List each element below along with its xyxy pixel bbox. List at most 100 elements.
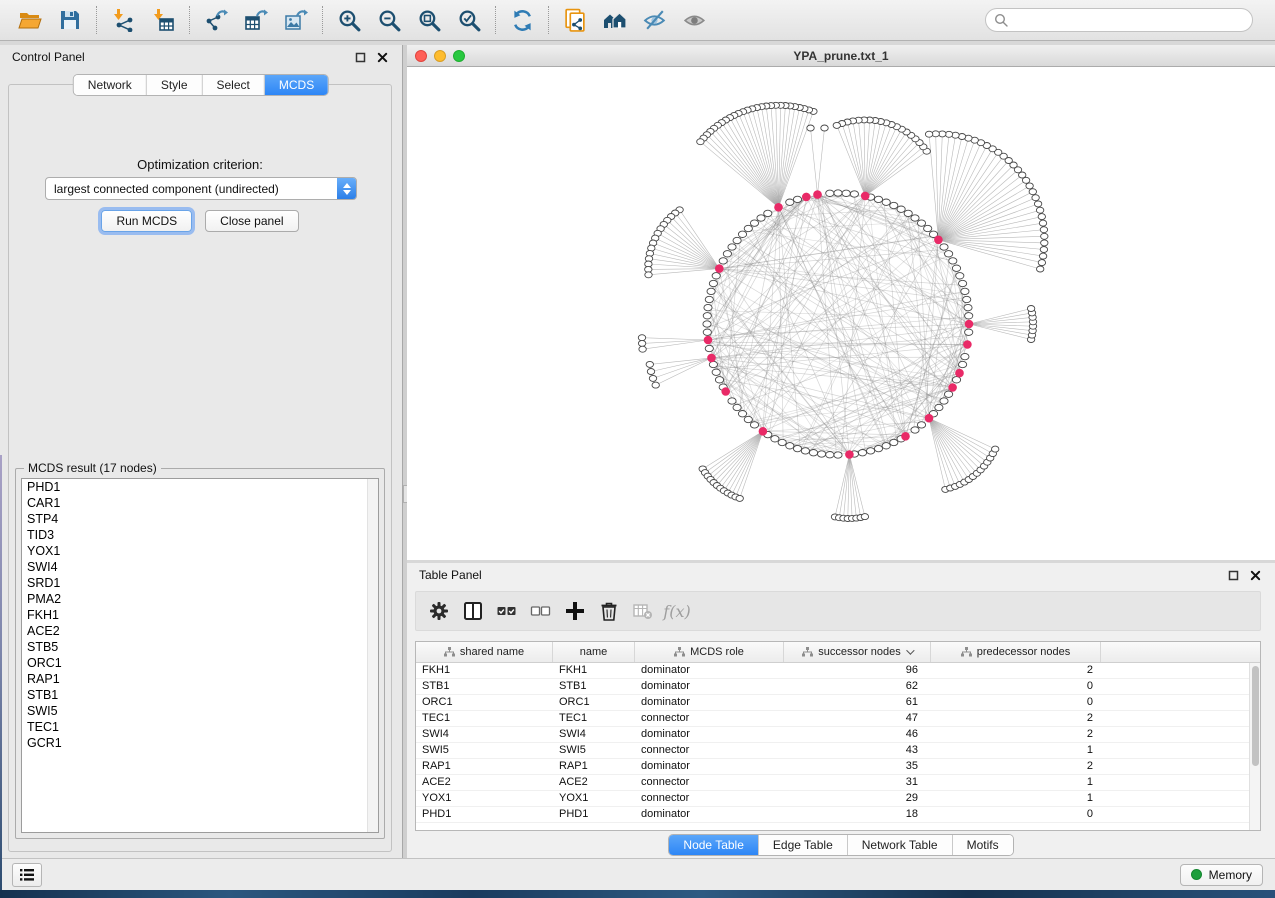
network-node[interactable] (736, 495, 743, 501)
network-node[interactable] (723, 251, 731, 257)
table-row[interactable]: YOX1YOX1connector291 (416, 791, 1260, 807)
table-row[interactable]: ACE2ACE2connector311 (416, 775, 1260, 791)
table-row[interactable]: FKH1FKH1dominator962 (416, 663, 1260, 679)
network-node[interactable] (703, 313, 711, 319)
network-node[interactable] (744, 416, 752, 422)
network-from-selection-button[interactable] (555, 4, 595, 36)
mcds-network-node[interactable] (965, 320, 974, 329)
column-header-successor-nodes[interactable]: successor nodes (784, 642, 931, 662)
network-node[interactable] (703, 329, 711, 335)
close-table-panel-button[interactable] (1247, 568, 1263, 582)
network-node[interactable] (826, 452, 834, 458)
network-node[interactable] (1037, 266, 1044, 272)
create-column-button[interactable] (558, 596, 592, 626)
mcds-result-item[interactable]: ORC1 (22, 655, 378, 671)
network-node[interactable] (964, 304, 972, 310)
hide-selected-button[interactable] (635, 4, 675, 36)
network-node[interactable] (707, 288, 715, 294)
mcds-result-item[interactable]: PHD1 (22, 479, 378, 495)
network-node[interactable] (959, 361, 967, 367)
table-settings-button[interactable] (422, 596, 456, 626)
mcds-network-node[interactable] (774, 203, 783, 212)
network-node[interactable] (940, 398, 948, 404)
table-row[interactable]: ORC1ORC1dominator610 (416, 695, 1260, 711)
mcds-network-node[interactable] (707, 354, 716, 363)
network-node[interactable] (649, 375, 656, 381)
tab-mcds[interactable]: MCDS (264, 75, 328, 95)
network-node[interactable] (719, 258, 727, 264)
mcds-result-item[interactable]: STP4 (22, 511, 378, 527)
mcds-result-item[interactable]: FKH1 (22, 607, 378, 623)
network-node[interactable] (861, 514, 868, 520)
network-node[interactable] (1041, 240, 1048, 246)
network-node[interactable] (705, 296, 713, 302)
network-node[interactable] (733, 237, 741, 243)
network-node[interactable] (1039, 253, 1046, 259)
tab-network[interactable]: Network (74, 75, 146, 95)
network-node[interactable] (1026, 183, 1033, 189)
mcds-result-item[interactable]: YOX1 (22, 543, 378, 559)
network-node[interactable] (911, 215, 919, 221)
zoom-fit-button[interactable] (409, 4, 449, 36)
network-node[interactable] (778, 439, 786, 445)
network-node[interactable] (821, 125, 828, 131)
network-node[interactable] (793, 445, 801, 451)
network-node[interactable] (733, 404, 741, 410)
table-row[interactable]: SWI4SWI4dominator462 (416, 727, 1260, 743)
network-node[interactable] (738, 231, 746, 237)
network-node[interactable] (712, 369, 720, 375)
run-mcds-button[interactable]: Run MCDS (101, 210, 192, 232)
network-node[interactable] (645, 272, 652, 278)
refresh-button[interactable] (502, 4, 542, 36)
network-node[interactable] (697, 139, 704, 145)
mcds-network-node[interactable] (963, 340, 972, 349)
show-columns-button[interactable] (456, 596, 490, 626)
search-input[interactable] (1013, 13, 1244, 27)
search-field[interactable] (985, 8, 1253, 32)
mcds-result-item[interactable]: RAP1 (22, 671, 378, 687)
network-node[interactable] (911, 427, 919, 433)
close-panel-button[interactable] (374, 50, 390, 64)
network-node[interactable] (1027, 306, 1034, 312)
network-node[interactable] (949, 258, 957, 264)
mcds-network-node[interactable] (845, 450, 854, 459)
network-node[interactable] (647, 369, 654, 375)
mcds-network-node[interactable] (901, 432, 910, 441)
network-node[interactable] (744, 225, 752, 231)
network-node[interactable] (646, 361, 653, 367)
network-node[interactable] (945, 391, 953, 397)
network-node[interactable] (1038, 260, 1045, 266)
network-node[interactable] (1034, 201, 1041, 207)
network-node[interactable] (764, 210, 772, 216)
export-image-button[interactable] (276, 4, 316, 36)
table-row[interactable]: TEC1TEC1connector472 (416, 711, 1260, 727)
mcds-list-scrollbar[interactable] (367, 479, 378, 832)
mcds-network-node[interactable] (721, 387, 730, 396)
network-node[interactable] (952, 265, 960, 271)
network-node[interactable] (858, 450, 866, 456)
network-node[interactable] (842, 190, 850, 196)
table-row[interactable]: STB1STB1dominator620 (416, 679, 1260, 695)
export-network-button[interactable] (196, 4, 236, 36)
network-node[interactable] (834, 190, 842, 196)
import-table-button[interactable] (143, 4, 183, 36)
network-node[interactable] (945, 251, 953, 257)
network-node[interactable] (1038, 214, 1045, 220)
network-node[interactable] (961, 353, 969, 359)
mcds-result-list[interactable]: PHD1CAR1STP4TID3YOX1SWI4SRD1PMA2FKH1ACE2… (21, 478, 379, 833)
delete-column-button[interactable] (592, 596, 626, 626)
float-table-panel-button[interactable] (1225, 568, 1241, 582)
network-node[interactable] (639, 346, 646, 352)
mcds-result-item[interactable]: TID3 (22, 527, 378, 543)
network-node[interactable] (867, 448, 875, 454)
network-node[interactable] (890, 439, 898, 445)
network-node[interactable] (801, 448, 809, 454)
network-node[interactable] (793, 196, 801, 202)
close-panel-pushbutton[interactable]: Close panel (205, 210, 298, 232)
export-table-button[interactable] (236, 4, 276, 36)
network-node[interactable] (940, 244, 948, 250)
mcds-network-node[interactable] (813, 190, 822, 199)
mcds-result-item[interactable]: STB1 (22, 687, 378, 703)
network-node[interactable] (952, 377, 960, 383)
network-node[interactable] (882, 443, 890, 449)
